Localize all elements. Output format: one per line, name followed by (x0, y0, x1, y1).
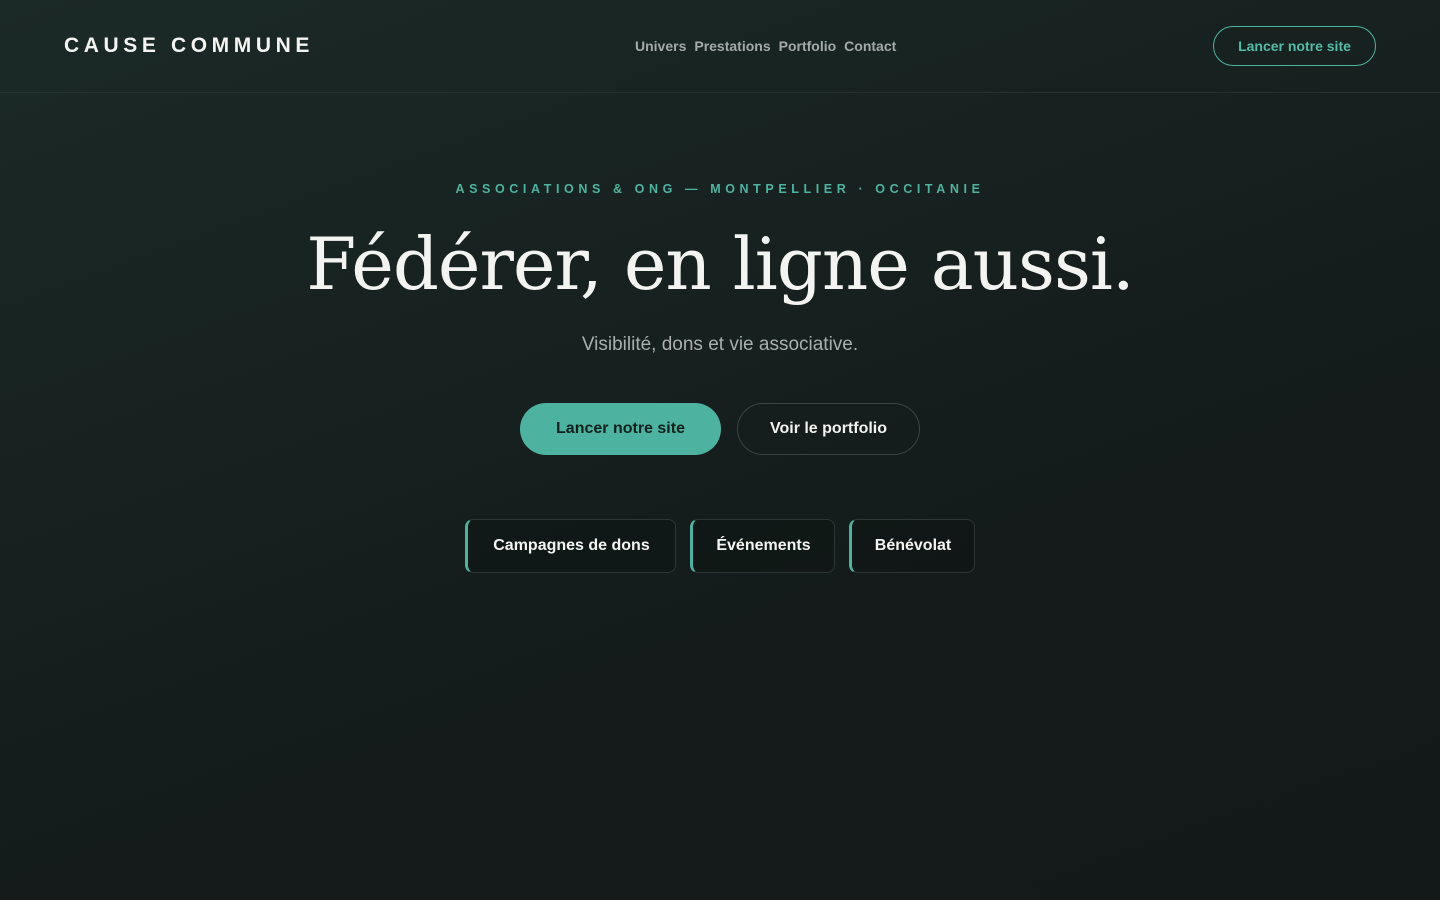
chip-benevolat[interactable]: Bénévolat (849, 519, 975, 573)
nav-link-univers[interactable]: Univers (635, 38, 686, 54)
nav-link-contact[interactable]: Contact (844, 38, 896, 54)
hero-title: Fédérer, en ligne aussi. (306, 222, 1135, 306)
site-header: CAUSE COMMUNE Univers Prestations Portfo… (0, 0, 1440, 93)
header-cta-button[interactable]: Lancer notre site (1213, 26, 1376, 66)
chip-evenements[interactable]: Événements (690, 519, 835, 573)
launch-site-button[interactable]: Lancer notre site (520, 403, 721, 455)
brand-logo[interactable]: CAUSE COMMUNE (64, 34, 314, 58)
nav-link-prestations[interactable]: Prestations (694, 38, 770, 54)
main-nav: Univers Prestations Portfolio Contact (635, 38, 896, 54)
hero-subtitle: Visibilité, dons et vie associative. (581, 334, 859, 355)
view-portfolio-button[interactable]: Voir le portfolio (737, 403, 920, 455)
nav-link-portfolio[interactable]: Portfolio (779, 38, 837, 54)
chip-campagnes-de-dons[interactable]: Campagnes de dons (465, 519, 676, 573)
hero-eyebrow: ASSOCIATIONS & ONG — MONTPELLIER · OCCIT… (455, 182, 985, 196)
